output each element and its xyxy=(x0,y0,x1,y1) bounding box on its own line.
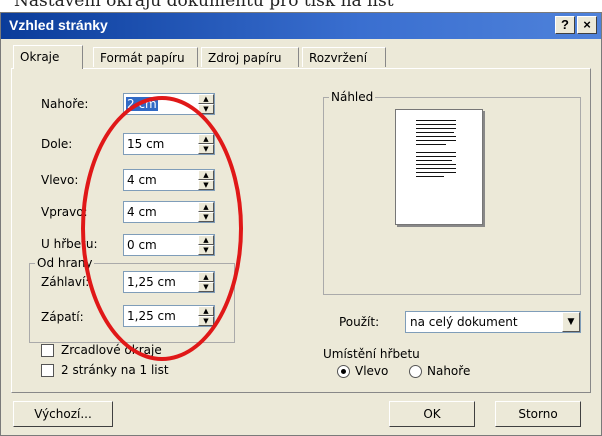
header-distance-spinner[interactable]: 1,25 cm ▲ ▼ xyxy=(123,271,215,293)
tab-margins[interactable]: Okraje xyxy=(13,45,83,69)
gutter-left-label: Vlevo xyxy=(355,364,389,378)
tab-paper-source-label: Zdroj papíru xyxy=(208,51,282,65)
help-button[interactable]: ? xyxy=(555,16,575,34)
dialog-title: Vzhled stránky xyxy=(9,17,108,33)
gutter-top-label: Nahoře xyxy=(427,364,471,378)
mirror-margins-checkbox[interactable] xyxy=(41,344,54,357)
spin-up-icon[interactable]: ▲ xyxy=(198,170,214,180)
top-margin-spinner[interactable]: 2 cm ▲ ▼ xyxy=(123,93,215,115)
tab-layout[interactable]: Rozvržení xyxy=(302,47,386,67)
spin-up-icon[interactable]: ▲ xyxy=(198,272,214,282)
apply-to-select[interactable]: na celý dokument ▼ xyxy=(405,311,581,333)
gutter-value[interactable]: 0 cm xyxy=(126,238,158,252)
bottom-margin-value[interactable]: 15 cm xyxy=(126,137,165,151)
spin-down-icon[interactable]: ▼ xyxy=(198,245,214,255)
chevron-down-icon[interactable]: ▼ xyxy=(562,312,580,332)
two-pages-label: 2 stránky na 1 list xyxy=(61,363,169,377)
default-button[interactable]: Výchozí... xyxy=(13,401,113,427)
footer-distance-value[interactable]: 1,25 cm xyxy=(126,309,177,323)
spin-down-icon[interactable]: ▼ xyxy=(198,144,214,154)
gutter-left-radio[interactable] xyxy=(337,365,350,378)
apply-to-value: na celý dokument xyxy=(410,315,518,329)
spin-down-icon[interactable]: ▼ xyxy=(198,104,214,114)
from-edge-group-label: Od hrany xyxy=(35,256,95,270)
gutter-label: U hřbetu: xyxy=(41,237,98,251)
right-margin-label: Vpravo: xyxy=(41,205,88,219)
close-button[interactable]: × xyxy=(577,16,597,34)
bottom-margin-spinner[interactable]: 15 cm ▲ ▼ xyxy=(123,133,215,155)
ok-button[interactable]: OK xyxy=(389,401,475,427)
right-margin-value[interactable]: 4 cm xyxy=(126,205,158,219)
spin-down-icon[interactable]: ▼ xyxy=(198,180,214,190)
preview-page-thumbnail xyxy=(395,109,483,225)
two-pages-checkbox[interactable] xyxy=(41,364,54,377)
spin-up-icon[interactable]: ▲ xyxy=(198,235,214,245)
tab-paper-source[interactable]: Zdroj papíru xyxy=(201,47,299,67)
top-margin-label: Nahoře: xyxy=(41,97,89,111)
document-text: Nastavení okrajů dokumentu pro tisk na l… xyxy=(14,0,394,11)
spin-up-icon[interactable]: ▲ xyxy=(198,306,214,316)
title-bar: Vzhled stránky ? × xyxy=(1,13,601,39)
left-margin-label: Vlevo: xyxy=(41,173,79,187)
spin-down-icon[interactable]: ▼ xyxy=(198,282,214,292)
header-distance-value[interactable]: 1,25 cm xyxy=(126,275,177,289)
preview-label: Náhled xyxy=(329,90,376,104)
header-distance-label: Záhlaví: xyxy=(41,275,90,289)
gutter-spinner[interactable]: 0 cm ▲ ▼ xyxy=(123,234,215,256)
document-text-strip: Nastavení okrajů dokumentu pro tisk na l… xyxy=(0,0,602,12)
bottom-margin-label: Dole: xyxy=(41,137,73,151)
spin-up-icon[interactable]: ▲ xyxy=(198,94,214,104)
spin-down-icon[interactable]: ▼ xyxy=(198,212,214,222)
left-margin-spinner[interactable]: 4 cm ▲ ▼ xyxy=(123,169,215,191)
cancel-button[interactable]: Storno xyxy=(495,401,581,427)
footer-distance-label: Zápatí: xyxy=(41,310,84,324)
left-margin-value[interactable]: 4 cm xyxy=(126,173,158,187)
tab-margins-label: Okraje xyxy=(20,50,60,64)
tab-paper-format[interactable]: Formát papíru xyxy=(93,47,198,67)
mirror-margins-label: Zrcadlové okraje xyxy=(61,343,162,357)
spin-down-icon[interactable]: ▼ xyxy=(198,316,214,326)
gutter-top-radio[interactable] xyxy=(409,365,422,378)
gutter-position-label: Umístění hřbetu xyxy=(323,347,420,361)
right-margin-spinner[interactable]: 4 cm ▲ ▼ xyxy=(123,201,215,223)
footer-distance-spinner[interactable]: 1,25 cm ▲ ▼ xyxy=(123,305,215,327)
tab-paper-format-label: Formát papíru xyxy=(100,51,185,65)
tab-layout-label: Rozvržení xyxy=(309,51,368,65)
spin-up-icon[interactable]: ▲ xyxy=(198,134,214,144)
apply-to-label: Použít: xyxy=(339,315,380,329)
radio-selected-dot xyxy=(341,369,346,374)
spin-up-icon[interactable]: ▲ xyxy=(198,202,214,212)
page-setup-dialog: Vzhled stránky ? × Okraje Formát papíru … xyxy=(0,12,602,436)
top-margin-value[interactable]: 2 cm xyxy=(126,97,158,111)
